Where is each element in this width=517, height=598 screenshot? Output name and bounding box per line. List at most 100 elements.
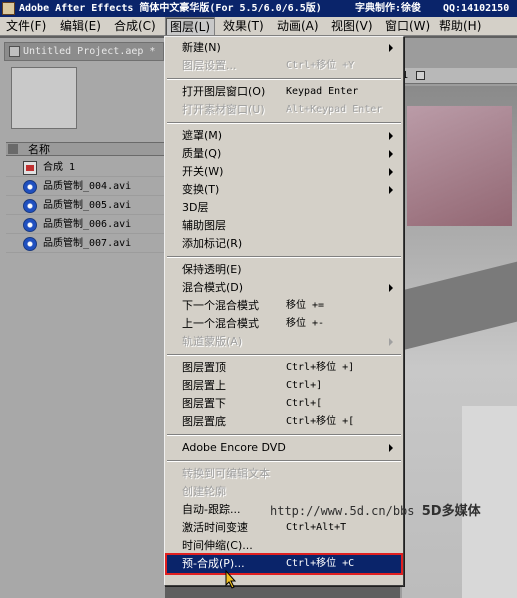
layer-menu-item[interactable]: 质量(Q) xyxy=(167,145,401,163)
layer-menu-item[interactable]: 图层置底 Ctrl+移位 +[ xyxy=(167,413,401,431)
menu-item-label: 混合模式(D) xyxy=(182,281,244,294)
menu-item-label: 变换(T) xyxy=(182,183,220,196)
project-item-name: 品质管制_006.avi xyxy=(43,219,132,230)
layer-menu-item: 图层设置... Ctrl+移位 +Y xyxy=(167,57,401,75)
layer-menu-item[interactable]: 下一个混合模式 移位 += xyxy=(167,297,401,315)
submenu-arrow-icon xyxy=(389,168,393,176)
menu-item-label: 自动-跟踪... xyxy=(182,503,241,516)
menu-item-label: 质量(Q) xyxy=(182,147,222,160)
menu-item-shortcut: 移位 +- xyxy=(286,318,325,329)
menu-help[interactable]: 帮助(H) xyxy=(435,17,485,36)
menu-item-label: 新建(N) xyxy=(182,41,221,54)
submenu-arrow-icon xyxy=(389,284,393,292)
project-thumbnail xyxy=(11,67,77,129)
layer-menu-item[interactable]: 添加标记(R) xyxy=(167,235,401,253)
layer-menu-item[interactable]: 3D层 xyxy=(167,199,401,217)
menu-separator xyxy=(167,434,401,436)
menu-item-shortcut: Ctrl+Alt+T xyxy=(286,522,347,533)
project-item-row[interactable]: 品质管制_007.avi xyxy=(6,235,165,253)
layer-menu-item[interactable]: 开关(W) xyxy=(167,163,401,181)
layer-menu-item[interactable]: 遮罩(M) xyxy=(167,127,401,145)
menu-item-label: 图层置底 xyxy=(182,415,226,428)
layer-menu-item[interactable]: 混合模式(D) xyxy=(167,279,401,297)
project-item-row[interactable]: 品质管制_005.avi xyxy=(6,197,165,215)
menu-item-label: 上一个混合模式 xyxy=(182,317,259,330)
app-icon xyxy=(2,2,15,15)
footage-monitor-shape xyxy=(407,106,512,226)
submenu-arrow-icon xyxy=(389,150,393,158)
layer-menu-item[interactable]: 图层置顶 Ctrl+移位 +] xyxy=(167,359,401,377)
menu-separator xyxy=(167,354,401,356)
avi-file-icon xyxy=(23,218,37,232)
menu-edit[interactable]: 编辑(E) xyxy=(56,17,105,36)
avi-file-icon xyxy=(23,237,37,251)
menu-item-label: 添加标记(R) xyxy=(182,237,243,250)
layer-menu-item[interactable]: 保持透明(E) xyxy=(167,261,401,279)
project-item-row[interactable]: 品质管制_006.avi xyxy=(6,216,165,234)
menu-separator xyxy=(167,78,401,80)
layer-menu-item[interactable]: Adobe Encore DVD xyxy=(167,439,401,457)
layer-menu-item[interactable]: 辅助图层 xyxy=(167,217,401,235)
close-icon[interactable] xyxy=(416,71,425,80)
menu-separator xyxy=(167,460,401,462)
label-color-icon xyxy=(8,144,18,154)
project-file-icon xyxy=(9,46,20,57)
avi-file-icon xyxy=(23,199,37,213)
author-credit: 字典制作:徐俊 xyxy=(355,3,422,14)
submenu-arrow-icon xyxy=(389,186,393,194)
composition-icon xyxy=(23,161,37,175)
menu-composition[interactable]: 合成(C) xyxy=(110,17,160,36)
menu-item-label: 创建轮廓 xyxy=(182,485,226,498)
menu-layer[interactable]: 图层(L) xyxy=(165,17,216,36)
menu-item-shortcut: 移位 += xyxy=(286,300,325,311)
menu-animation[interactable]: 动画(A) xyxy=(273,17,323,36)
menu-item-label: 图层设置... xyxy=(182,59,237,72)
layer-menu-item: 打开素材窗口(U) Alt+Keypad Enter xyxy=(167,101,401,119)
menu-item-label: Adobe Encore DVD xyxy=(182,441,286,454)
menu-item-label: 轨道蒙版(A) xyxy=(182,335,243,348)
viewer-tab-bar: 1 xyxy=(400,68,517,84)
menu-item-label: 打开图层窗口(O) xyxy=(182,85,266,98)
watermark-url: http://www.5d.cn/bbs xyxy=(270,504,415,518)
menu-item-label: 开关(W) xyxy=(182,165,224,178)
menu-item-label: 辅助图层 xyxy=(182,219,226,232)
menu-item-shortcut: Ctrl+移位 +] xyxy=(286,362,355,373)
menu-view[interactable]: 视图(V) xyxy=(327,17,377,36)
menu-bar: 文件(F) 编辑(E) 合成(C) 图层(L) 效果(T) 动画(A) 视图(V… xyxy=(0,17,517,36)
layer-menu-item[interactable]: 打开图层窗口(O) Keypad Enter xyxy=(167,83,401,101)
menu-item-shortcut: Alt+Keypad Enter xyxy=(286,104,383,115)
layer-menu-item[interactable]: 图层置上 Ctrl+] xyxy=(167,377,401,395)
project-tab-title: Untitled Project.aep * xyxy=(23,46,156,57)
watermark-text: 5D多媒体 xyxy=(421,504,481,519)
menu-separator xyxy=(167,256,401,258)
submenu-arrow-icon xyxy=(389,44,393,52)
footage-preview[interactable] xyxy=(402,86,517,598)
qq-number: QQ:14102150 xyxy=(443,3,510,14)
name-column-header[interactable]: 名称 xyxy=(6,142,165,156)
layer-menu-item[interactable]: 变换(T) xyxy=(167,181,401,199)
name-column-label: 名称 xyxy=(28,143,50,156)
layer-menu-item: 轨道蒙版(A) xyxy=(167,333,401,351)
submenu-arrow-icon xyxy=(389,338,393,346)
project-item-row[interactable]: 品质管制_004.avi xyxy=(6,178,165,196)
menu-item-shortcut: Ctrl+移位 +Y xyxy=(286,60,355,71)
menu-window[interactable]: 窗口(W) xyxy=(381,17,434,36)
window-title: Adobe After Effects 简体中文豪华版(For 5.5/6.0/… xyxy=(19,3,322,14)
layer-menu-item[interactable]: 预-合成(P)... Ctrl+移位 +C xyxy=(165,553,403,575)
layer-menu-item[interactable]: 新建(N) xyxy=(167,39,401,57)
menu-item-label: 下一个混合模式 xyxy=(182,299,259,312)
menu-separator xyxy=(167,122,401,124)
layer-menu-item[interactable]: 激活时间变速 Ctrl+Alt+T xyxy=(167,519,401,537)
project-item-name: 品质管制_005.avi xyxy=(43,200,132,211)
submenu-arrow-icon xyxy=(389,444,393,452)
layer-menu-item[interactable]: 图层置下 Ctrl+[ xyxy=(167,395,401,413)
menu-item-label: 图层置下 xyxy=(182,397,226,410)
menu-effect[interactable]: 效果(T) xyxy=(219,17,268,36)
layer-menu-item[interactable]: 上一个混合模式 移位 +- xyxy=(167,315,401,333)
project-item-row[interactable]: 合成 1 xyxy=(6,159,165,177)
layer-menu-item: 创建轮廓 xyxy=(167,483,401,501)
project-tab[interactable]: Untitled Project.aep * xyxy=(4,42,164,61)
layer-menu-item[interactable]: 时间伸缩(C)... xyxy=(167,537,401,555)
layer-menu-item: 转换到可编辑文本 xyxy=(167,465,401,483)
menu-file[interactable]: 文件(F) xyxy=(2,17,50,36)
